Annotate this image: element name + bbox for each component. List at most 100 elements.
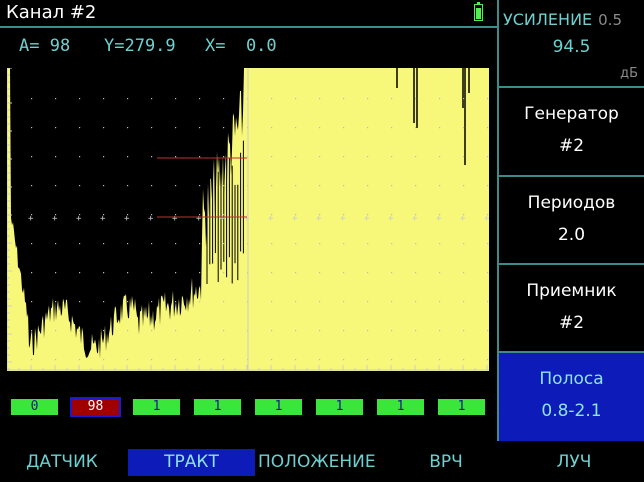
- grid-dot: [487, 243, 489, 245]
- grid-dot: [391, 185, 393, 187]
- grid-dot: [415, 156, 417, 158]
- grid-dot: [223, 156, 225, 158]
- gate-box-5[interactable]: 1: [255, 399, 302, 415]
- grid-dot: [55, 330, 57, 332]
- gate-box-6[interactable]: 1: [316, 399, 363, 415]
- gain-label-row: УСИЛЕНИЕ 0.5: [499, 10, 644, 29]
- grid-dot: [31, 272, 33, 274]
- grid-dot: [271, 98, 273, 100]
- grid-dot: [271, 156, 273, 158]
- settings-panel: УСИЛЕНИЕ 0.5 94.5 дБ Генератор #2 Периодо…: [497, 0, 644, 441]
- grid-dot: [271, 301, 273, 303]
- center-mark: +: [340, 214, 346, 224]
- grid-dot: [151, 98, 153, 100]
- grid-dot: [463, 243, 465, 245]
- grid-dot: [55, 156, 57, 158]
- grid-dot: [127, 272, 129, 274]
- grid-dot: [343, 98, 345, 100]
- gate-box-7[interactable]: 1: [377, 399, 424, 415]
- gain-label: УСИЛЕНИЕ: [503, 10, 593, 29]
- grid-dot: [487, 185, 489, 187]
- grid-dot: [343, 185, 345, 187]
- amplitude-readout: A= 98: [19, 36, 71, 56]
- grid-dot: [103, 185, 105, 187]
- generator-cell[interactable]: Генератор #2: [499, 88, 644, 177]
- grid-dot: [199, 243, 201, 245]
- grid-dot: [127, 359, 129, 361]
- grid-dot: [175, 301, 177, 303]
- grid-dot: [319, 243, 321, 245]
- grid-dot: [55, 359, 57, 361]
- gain-cell[interactable]: УСИЛЕНИЕ 0.5 94.5 дБ: [499, 0, 644, 88]
- grid-dot: [199, 330, 201, 332]
- grid-dot: [439, 98, 441, 100]
- grid-dot: [391, 301, 393, 303]
- grid-dot: [31, 127, 33, 129]
- grid-dot: [367, 359, 369, 361]
- periods-label: Периодов: [527, 193, 616, 213]
- grid-dot: [319, 185, 321, 187]
- grid-dot: [319, 301, 321, 303]
- grid-dot: [271, 127, 273, 129]
- grid-dot: [175, 98, 177, 100]
- gate-box-8[interactable]: 1: [438, 399, 485, 415]
- grid-dot: [127, 185, 129, 187]
- grid-dot: [319, 156, 321, 158]
- grid-dot: [79, 156, 81, 158]
- grid-dot: [79, 98, 81, 100]
- grid-dot: [367, 301, 369, 303]
- grid-dot: [79, 301, 81, 303]
- gate-box-2[interactable]: 98: [70, 397, 121, 417]
- grid-dot: [271, 330, 273, 332]
- grid-dot: [295, 127, 297, 129]
- periods-cell[interactable]: Периодов 2.0: [499, 177, 644, 265]
- grid-dot: [343, 301, 345, 303]
- band-cell[interactable]: Полоса 0.8-2.1: [499, 353, 644, 441]
- grid-dot: [175, 156, 177, 158]
- grid-dot: [55, 301, 57, 303]
- center-mark: +: [268, 214, 274, 224]
- grid-dot: [223, 301, 225, 303]
- grid-dot: [463, 185, 465, 187]
- grid-dot: [175, 127, 177, 129]
- grid-dot: [223, 127, 225, 129]
- menu-tcg[interactable]: ВРЧ: [400, 449, 492, 476]
- grid-dot: [295, 156, 297, 158]
- grid-dot: [79, 243, 81, 245]
- menu-sensor[interactable]: ДАТЧИК: [10, 449, 114, 476]
- gain-value: 94.5: [552, 37, 591, 57]
- grid-dot: [223, 330, 225, 332]
- gate-box-3[interactable]: 1: [133, 399, 180, 415]
- a-scan-plot[interactable]: + + + + + + + + + + + + + + + + + + + +: [7, 68, 489, 371]
- grid-dot: [55, 127, 57, 129]
- menu-tract[interactable]: ТРАКТ: [128, 449, 255, 476]
- grid-dot: [127, 127, 129, 129]
- channel-title: Канал #2: [6, 2, 97, 23]
- receiver-cell[interactable]: Приемник #2: [499, 265, 644, 353]
- grid-dot: [79, 127, 81, 129]
- menu-beam[interactable]: ЛУЧ: [520, 449, 628, 476]
- grid-dot: [319, 98, 321, 100]
- grid-dot: [55, 98, 57, 100]
- grid-dot: [367, 156, 369, 158]
- menu-position[interactable]: ПОЛОЖЕНИЕ: [258, 449, 376, 476]
- center-mark: +: [28, 214, 34, 224]
- grid-dot: [343, 127, 345, 129]
- grid-dot: [487, 272, 489, 274]
- gate-box-1[interactable]: 0: [11, 399, 58, 415]
- grid-dot: [151, 185, 153, 187]
- grid-dot: [103, 98, 105, 100]
- grid-dot: [103, 272, 105, 274]
- center-mark: +: [76, 214, 82, 224]
- grid-dot: [295, 301, 297, 303]
- grid-dot: [343, 330, 345, 332]
- grid-dot: [175, 243, 177, 245]
- grid-dot: [271, 272, 273, 274]
- gate-box-4[interactable]: 1: [194, 399, 241, 415]
- grid-dot: [199, 272, 201, 274]
- grid-dot: [415, 359, 417, 361]
- grid-dot: [295, 272, 297, 274]
- grid-dot: [103, 127, 105, 129]
- grid-dot: [103, 359, 105, 361]
- grid-dot: [367, 98, 369, 100]
